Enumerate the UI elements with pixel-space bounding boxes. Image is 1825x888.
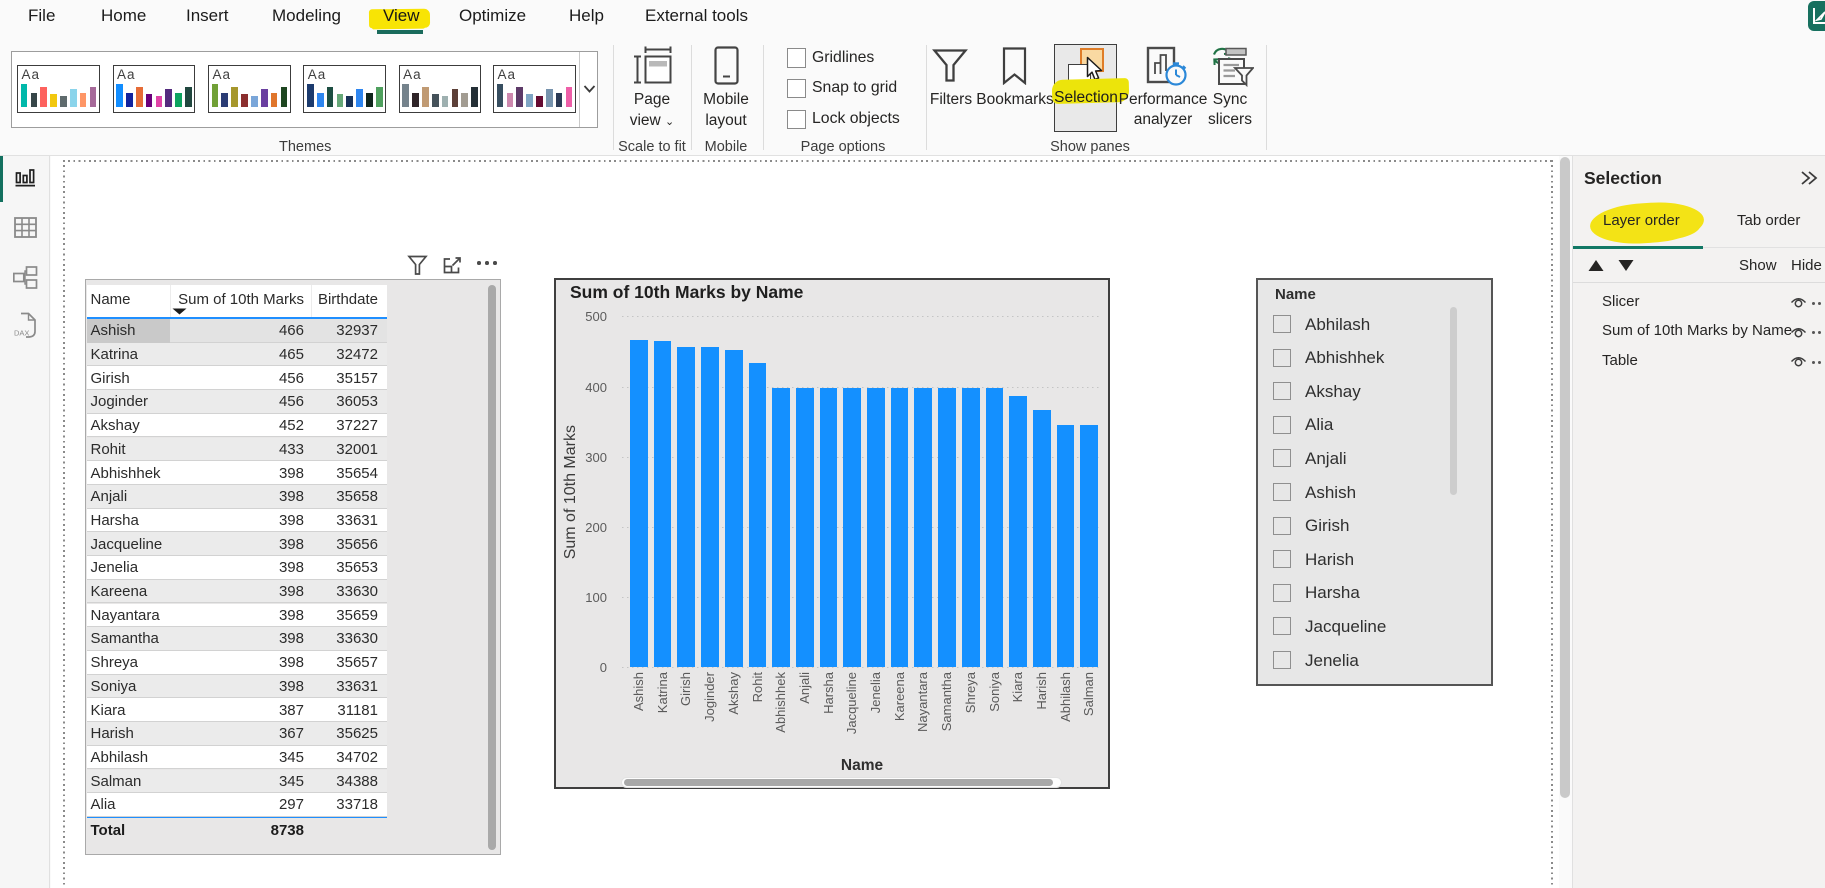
svg-text:DAX: DAX <box>14 329 29 338</box>
